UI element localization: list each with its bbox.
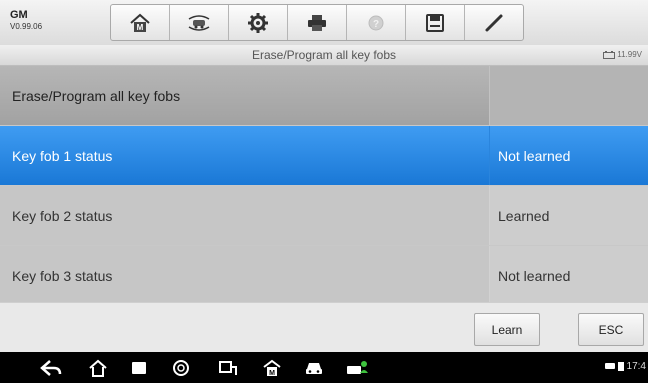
vehicle-make: GM <box>10 9 28 21</box>
header-label: Erase/Program all key fobs <box>0 66 490 125</box>
home-icon: M <box>130 13 150 32</box>
table-header-row: Erase/Program all key fobs <box>0 66 648 126</box>
status-clock: 17:4 <box>604 361 646 372</box>
settings-gear-icon <box>248 12 268 33</box>
key-fob-table: Erase/Program all key fobs Key fob 1 sta… <box>0 66 648 312</box>
row-label: Key fob 1 status <box>0 126 490 185</box>
vehicle-swap-icon <box>188 14 210 31</box>
save-icon <box>426 13 444 32</box>
system-nav-bar: M 17:4 <box>0 352 648 383</box>
row-value: Not learned <box>498 147 571 164</box>
svg-text:?: ? <box>373 19 379 30</box>
toolbar-buttons: M ? <box>110 4 524 41</box>
table-row-key-fob-3[interactable]: Key fob 3 status Not learned <box>0 246 648 306</box>
vehicle-info: GM V0.99.06 <box>10 9 42 33</box>
remote-expert-icon[interactable] <box>346 359 370 377</box>
row-value: Learned <box>490 186 648 245</box>
action-bar: Learn ESC <box>0 302 648 353</box>
battery-icon <box>603 50 616 59</box>
row-label: Key fob 3 status <box>0 246 490 305</box>
table-row-key-fob-2[interactable]: Key fob 2 status Learned <box>0 186 648 246</box>
help-button[interactable]: ? <box>347 5 406 40</box>
svg-text:M: M <box>269 370 275 377</box>
pen-icon <box>485 14 503 31</box>
car-icon[interactable] <box>304 359 324 377</box>
battery-voltage: 11.99V <box>617 50 642 59</box>
print-icon <box>308 14 326 31</box>
table-row-key-fob-1[interactable]: Key fob 1 status Not learned <box>0 126 648 186</box>
help-icon: ? <box>368 15 384 30</box>
svg-text:M: M <box>137 23 144 32</box>
home-button[interactable]: M <box>111 5 170 40</box>
software-version: V0.99.06 <box>10 22 43 31</box>
android-home-icon[interactable] <box>88 359 108 377</box>
row-value: Not learned <box>490 246 648 305</box>
header-value <box>490 66 648 125</box>
page-title: Erase/Program all key fobs <box>251 48 397 62</box>
row-label: Key fob 2 status <box>0 186 490 245</box>
signal-icon <box>617 362 624 371</box>
clock-time: 17:4 <box>626 361 646 372</box>
learn-button[interactable]: Learn <box>474 313 540 346</box>
message-icon <box>604 362 615 369</box>
back-icon[interactable] <box>40 359 62 377</box>
save-button[interactable] <box>406 5 465 40</box>
browser-icon[interactable] <box>172 359 190 377</box>
top-toolbar: GM V0.99.06 M ? <box>0 0 648 45</box>
maxi-home-icon[interactable]: M <box>262 359 282 377</box>
settings-button[interactable] <box>229 5 288 40</box>
recent-apps-icon[interactable] <box>130 359 148 377</box>
esc-button[interactable]: ESC <box>578 313 644 346</box>
vci-connect-icon[interactable] <box>218 359 238 377</box>
title-bar: Erase/Program all key fobs 11.99V <box>0 45 648 66</box>
battery-status: 11.99V <box>603 50 642 59</box>
print-button[interactable] <box>288 5 347 40</box>
vehicle-swap-button[interactable] <box>170 5 229 40</box>
pen-button[interactable] <box>465 5 523 40</box>
